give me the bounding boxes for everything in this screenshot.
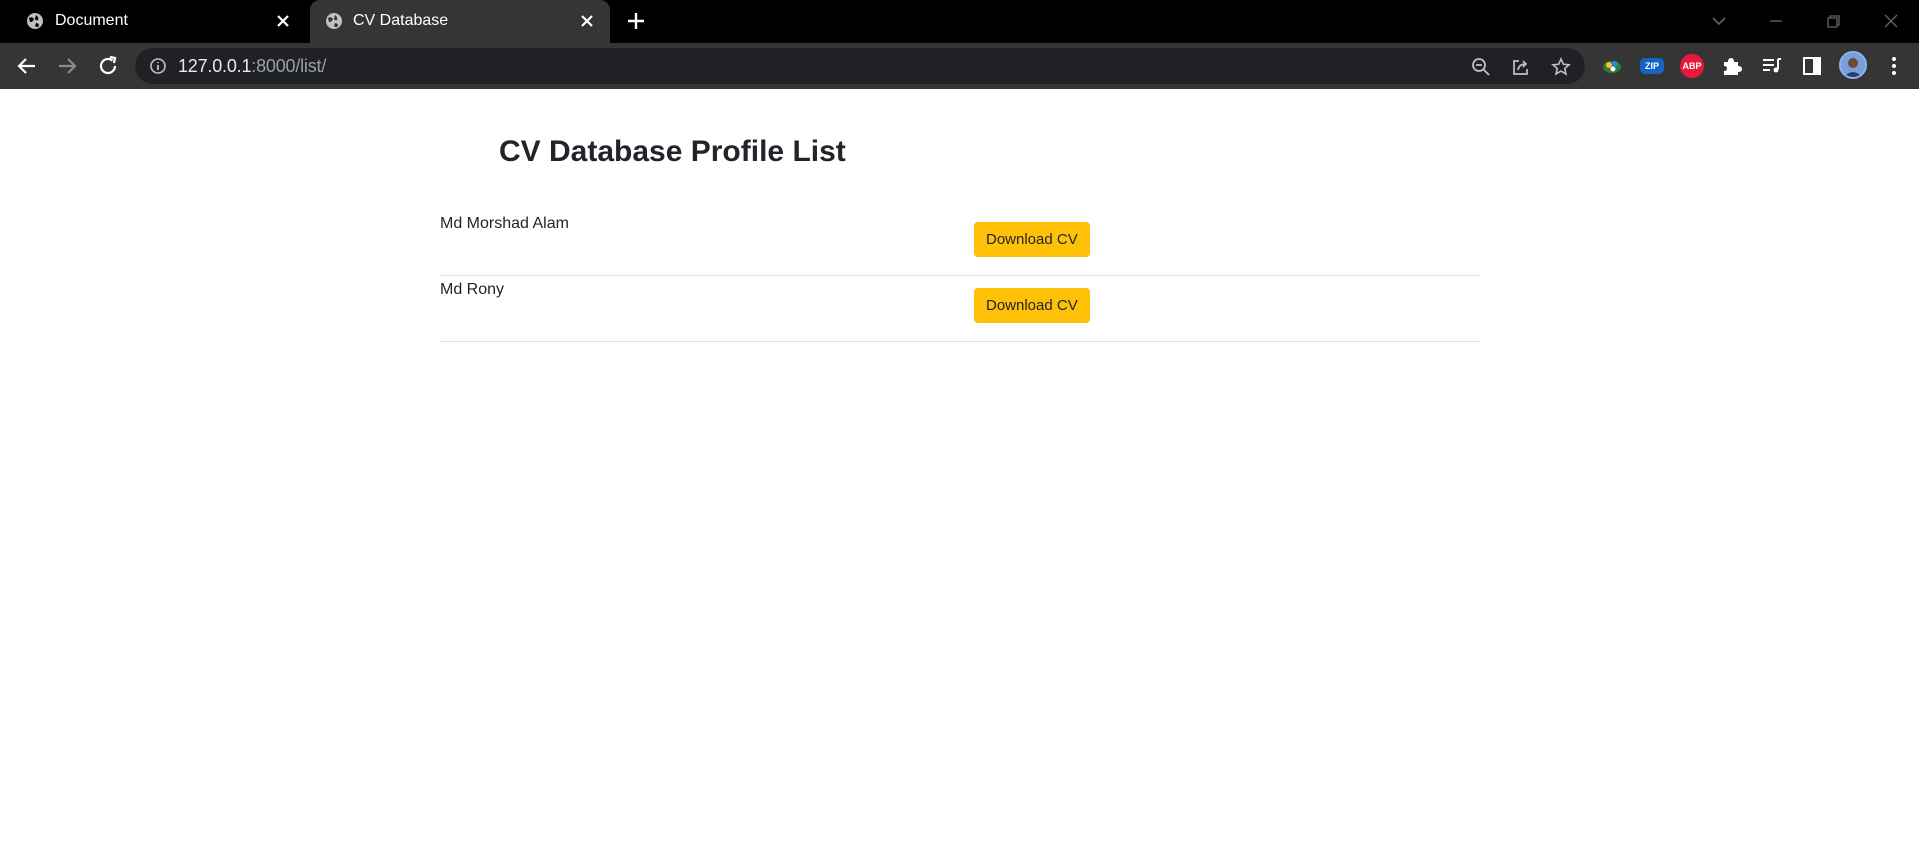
globe-icon [326,13,342,29]
table-row: Md Morshad Alam Download CV [440,210,1481,276]
minimize-icon[interactable] [1763,8,1789,34]
globe-icon [27,13,43,29]
site-info-icon[interactable] [149,57,167,75]
star-icon[interactable] [1551,57,1571,77]
address-bar[interactable]: 127.0.0.1:8000/list/ [135,48,1585,84]
reading-list-icon[interactable] [1760,54,1784,78]
close-tab-icon[interactable] [578,12,596,30]
reload-icon[interactable] [96,54,120,78]
tab-document[interactable]: Document [0,0,306,43]
close-tab-icon[interactable] [274,12,292,30]
avatar-image [1841,53,1865,77]
tab-title: CV Database [353,12,449,29]
tab-cv-database[interactable]: CV Database [310,0,610,43]
profile-name: Md Rony [440,281,505,298]
tab-strip: Document CV Database [0,0,1919,43]
menu-kebab-icon[interactable] [1882,54,1906,78]
adblock-extension-icon[interactable]: ABP [1680,54,1704,78]
download-cv-button[interactable]: Download CV [974,222,1090,257]
browser-toolbar: 127.0.0.1:8000/list/ ZIP ABP [0,43,1919,89]
tab-title: Document [55,12,128,29]
page-content: CV Database Profile List Md Morshad Alam… [0,89,1919,853]
forward-icon[interactable] [55,54,79,78]
profile-table: Md Morshad Alam Download CV Md Rony Down… [440,210,1481,342]
profile-name: Md Morshad Alam [440,215,569,232]
table-row: Md Rony Download CV [440,276,1481,342]
download-cv-button[interactable]: Download CV [974,288,1090,323]
url-host: 127.0.0.1 [178,56,252,76]
zoom-icon[interactable] [1471,57,1491,77]
share-icon[interactable] [1511,57,1531,77]
restore-icon[interactable] [1820,8,1846,34]
extensions-puzzle-icon[interactable] [1720,54,1744,78]
zip-extension-icon[interactable]: ZIP [1640,58,1664,74]
close-window-icon[interactable] [1878,8,1904,34]
url-text: 127.0.0.1:8000/list/ [178,56,326,77]
back-icon[interactable] [15,54,39,78]
tab-search-icon[interactable] [1706,8,1732,34]
url-path: :8000/list/ [251,56,327,76]
profile-avatar[interactable] [1839,51,1867,79]
new-tab-icon[interactable] [625,10,647,32]
page-title: CV Database Profile List [499,135,846,168]
color-extension-icon[interactable] [1600,54,1624,78]
side-panel-icon[interactable] [1800,54,1824,78]
